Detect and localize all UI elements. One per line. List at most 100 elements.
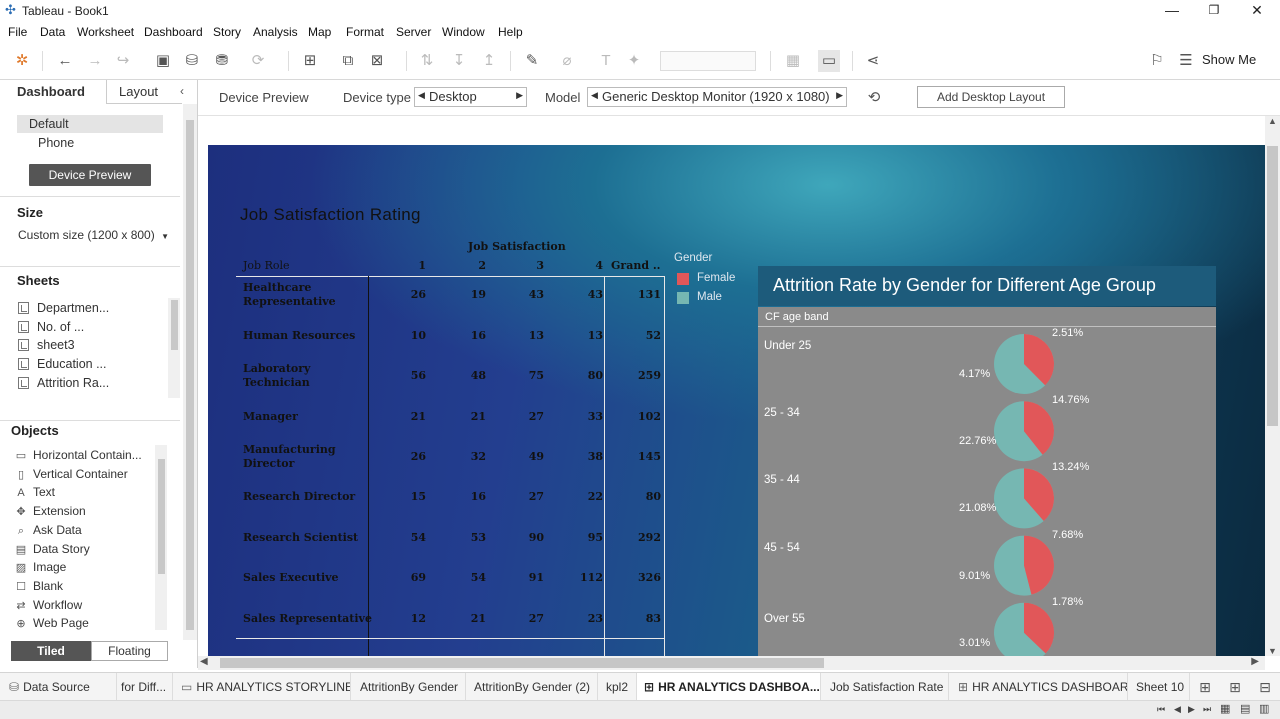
duplicate-icon[interactable]: ⧉ bbox=[337, 50, 359, 72]
object-item[interactable]: ⇄ Workflow bbox=[14, 598, 82, 615]
sheet-item[interactable]: Attrition Ra... bbox=[18, 376, 109, 394]
size-dropdown[interactable]: Custom size (1200 x 800) ▼ bbox=[18, 228, 169, 242]
sort-ascending-icon[interactable]: ↧ bbox=[448, 50, 470, 72]
tab-sheet[interactable]: AttritionBy Gender (2) bbox=[466, 673, 598, 701]
undo-icon[interactable]: ← bbox=[54, 50, 76, 72]
menu-format[interactable]: Format bbox=[346, 25, 384, 39]
menu-story[interactable]: Story bbox=[213, 25, 241, 39]
new-worksheet-icon[interactable]: ⊞ bbox=[299, 50, 321, 72]
rotate-device-icon[interactable]: ⟲ bbox=[863, 87, 885, 109]
menu-worksheet[interactable]: Worksheet bbox=[77, 25, 134, 39]
new-worksheet-tab-icon[interactable]: ⊞ bbox=[1194, 676, 1216, 698]
menu-file[interactable]: File bbox=[8, 25, 27, 39]
sheet-item[interactable]: sheet3 bbox=[18, 338, 75, 356]
show-me-icon[interactable]: ☰ bbox=[1178, 50, 1194, 72]
canvas-horizontal-scrollbar[interactable]: ◀ ▶ bbox=[198, 656, 1265, 670]
labels-icon[interactable]: T bbox=[595, 50, 617, 72]
previous-sheet-icon[interactable]: ◀ bbox=[1174, 704, 1181, 715]
replay-icon[interactable]: ↪ bbox=[112, 50, 134, 72]
new-dashboard-tab-icon[interactable]: ⊞ bbox=[1224, 676, 1246, 698]
new-data-source-icon[interactable]: ⛁ bbox=[181, 50, 203, 72]
redo-icon[interactable]: → bbox=[84, 50, 106, 72]
show-cards-icon[interactable]: ▦ bbox=[782, 50, 804, 72]
object-item[interactable]: A Text bbox=[14, 485, 55, 502]
object-item[interactable]: ▯ Vertical Container bbox=[14, 467, 128, 484]
add-desktop-layout-button[interactable]: Add Desktop Layout bbox=[917, 86, 1065, 108]
group-icon[interactable]: ⌀ bbox=[556, 50, 578, 72]
tab-sheet[interactable]: Sheet 10 bbox=[1128, 673, 1190, 701]
device-preview-button[interactable]: Device Preview bbox=[29, 164, 151, 186]
object-item[interactable]: ⊕ Web Page bbox=[14, 616, 88, 633]
new-story-tab-icon[interactable]: ⊟ bbox=[1254, 676, 1276, 698]
sheet-item[interactable]: No. of ... bbox=[18, 320, 84, 338]
sheet-item[interactable]: Education ... bbox=[18, 357, 107, 375]
tabs-view-icon[interactable]: ▥ bbox=[1259, 702, 1269, 715]
menu-dashboard[interactable]: Dashboard bbox=[144, 25, 203, 39]
presentation-mode-icon[interactable]: ▭ bbox=[818, 50, 840, 72]
object-item[interactable]: ⌕ Ask Data bbox=[14, 523, 82, 540]
swap-icon[interactable]: ⇅ bbox=[416, 50, 438, 72]
restore-button[interactable]: ❐ bbox=[1194, 0, 1234, 22]
floating-button[interactable]: Floating bbox=[91, 641, 168, 661]
highlight-icon[interactable]: ✎ bbox=[521, 50, 543, 72]
tab-sheet[interactable]: AttritionBy Gender bbox=[351, 673, 466, 701]
menu-analysis[interactable]: Analysis bbox=[253, 25, 298, 39]
signpost-icon[interactable]: ⚐ bbox=[1146, 50, 1168, 72]
tiled-button[interactable]: Tiled bbox=[11, 641, 91, 661]
first-sheet-icon[interactable]: ⏮ bbox=[1157, 704, 1165, 715]
tab-dashboard-active[interactable]: ⊞ HR ANALYTICS DASHBOA... bbox=[637, 673, 821, 701]
share-icon[interactable]: ⋖ bbox=[862, 50, 884, 72]
pause-updates-icon[interactable]: ⛃ bbox=[211, 50, 233, 72]
menu-map[interactable]: Map bbox=[308, 25, 331, 39]
tab-layout[interactable]: Layout bbox=[106, 80, 182, 104]
menu-help[interactable]: Help bbox=[498, 25, 523, 39]
object-item[interactable]: ▭ Horizontal Contain... bbox=[14, 448, 142, 465]
object-item[interactable]: ✥ Extension bbox=[14, 504, 85, 521]
collapse-pane-icon[interactable]: ‹ bbox=[180, 84, 184, 98]
scroll-up-icon[interactable]: ▲ bbox=[1268, 116, 1277, 126]
tab-sheet[interactable]: for Diff... bbox=[117, 673, 173, 701]
clear-sheet-icon[interactable]: ⊠ bbox=[366, 50, 388, 72]
device-option-phone[interactable]: Phone bbox=[17, 134, 163, 152]
objects-scrollbar[interactable] bbox=[155, 445, 167, 630]
scroll-thumb[interactable] bbox=[1267, 146, 1278, 426]
menu-server[interactable]: Server bbox=[396, 25, 431, 39]
sheets-scrollbar[interactable] bbox=[168, 298, 180, 398]
canvas-vertical-scrollbar[interactable]: ▲ ▼ bbox=[1265, 116, 1280, 656]
object-item[interactable]: ☐ Blank bbox=[14, 579, 63, 596]
tab-story[interactable]: ▭ HR ANALYTICS STORYLINE bbox=[173, 673, 351, 701]
next-icon[interactable]: ▶ bbox=[516, 90, 523, 101]
scroll-left-icon[interactable]: ◀ bbox=[200, 656, 208, 667]
left-pane-scrollbar[interactable] bbox=[183, 104, 197, 640]
previous-icon[interactable]: ◀ bbox=[591, 90, 598, 101]
next-icon[interactable]: ▶ bbox=[836, 90, 843, 101]
refresh-icon[interactable]: ⟳ bbox=[247, 50, 269, 72]
tab-dashboard[interactable]: Dashboard bbox=[0, 80, 106, 104]
show-me-button[interactable]: Show Me bbox=[1202, 52, 1256, 67]
tab-sheet[interactable]: kpl2 bbox=[598, 673, 637, 701]
next-sheet-icon[interactable]: ▶ bbox=[1188, 704, 1195, 715]
minimize-button[interactable]: — bbox=[1152, 0, 1192, 22]
last-sheet-icon[interactable]: ⏭ bbox=[1203, 704, 1211, 715]
tab-sheet[interactable]: Job Satisfaction Rate bbox=[821, 673, 949, 701]
tableau-start-icon[interactable]: ✲ bbox=[11, 50, 33, 72]
sheet-item[interactable]: Departmen... bbox=[18, 301, 109, 319]
scroll-down-icon[interactable]: ▼ bbox=[1268, 646, 1277, 656]
sort-descending-icon[interactable]: ↥ bbox=[478, 50, 500, 72]
scroll-right-icon[interactable]: ▶ bbox=[1251, 656, 1259, 667]
grid-view-icon[interactable]: ▦ bbox=[1220, 702, 1230, 715]
tab-dashboard[interactable]: ⊞ HR ANALYTICS DASHBOAR bbox=[949, 673, 1128, 701]
menu-window[interactable]: Window bbox=[442, 25, 485, 39]
previous-icon[interactable]: ◀ bbox=[418, 90, 425, 101]
device-option-default[interactable]: Default bbox=[17, 115, 163, 133]
close-button[interactable]: ✕ bbox=[1237, 0, 1277, 22]
menu-data[interactable]: Data bbox=[40, 25, 65, 39]
scroll-thumb[interactable] bbox=[220, 658, 824, 668]
fit-dropdown[interactable] bbox=[660, 51, 756, 71]
object-item[interactable]: ▨ Image bbox=[14, 560, 67, 577]
save-icon[interactable]: ▣ bbox=[152, 50, 174, 72]
tab-data-source[interactable]: ⛁ Data Source bbox=[0, 673, 117, 701]
filmstrip-view-icon[interactable]: ▤ bbox=[1240, 702, 1250, 715]
model-dropdown[interactable]: ◀ Generic Desktop Monitor (1920 x 1080) … bbox=[587, 87, 847, 107]
object-item[interactable]: ▤ Data Story bbox=[14, 542, 90, 559]
